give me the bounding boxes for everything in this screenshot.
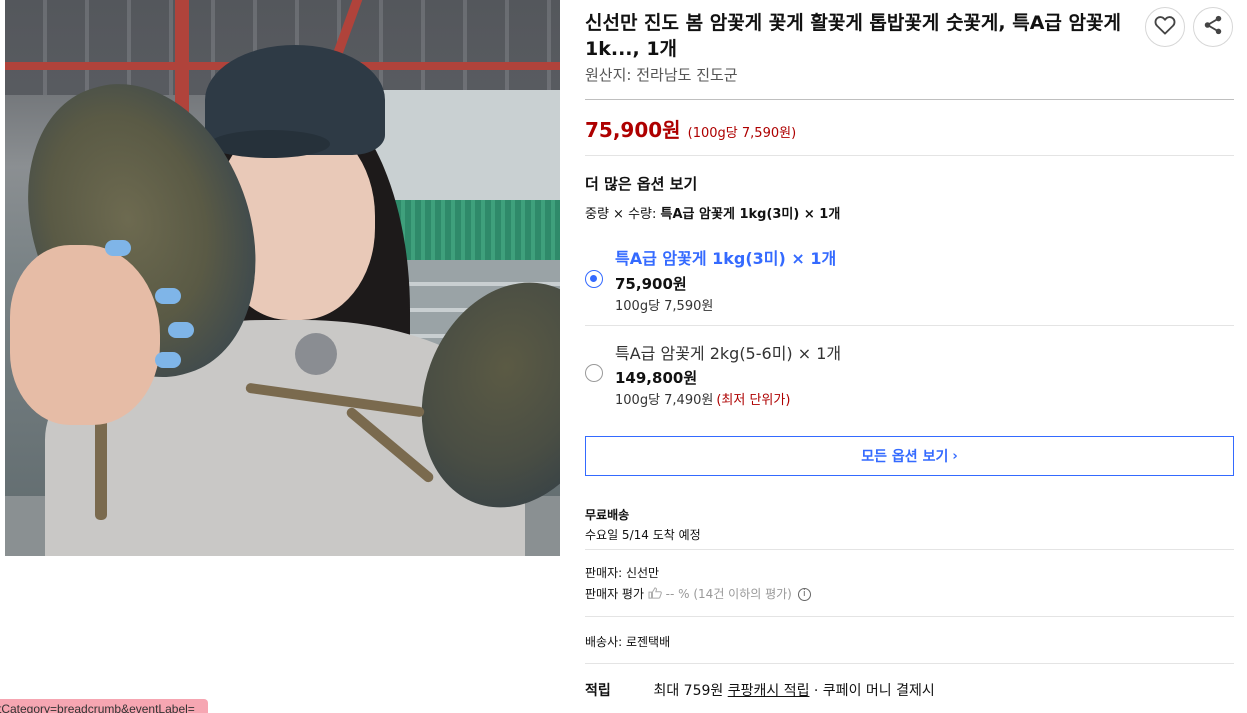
seller-rating: 판매자 평가 -- % (14건 이하의 평가) i <box>585 585 811 602</box>
product-origin: 원산지: 전라남도 진도군 <box>585 66 738 84</box>
reward-label: 적립 <box>585 683 611 699</box>
reward-amount: 최대 759원 <box>653 683 724 699</box>
product-page: tCategory=breadcrumb&eventLabel= 신선만 진도 … <box>0 0 1247 713</box>
photo-nail <box>168 322 194 338</box>
photo-nail <box>155 352 181 368</box>
share-button[interactable] <box>1193 7 1233 47</box>
seller-rating-value-wrap: -- % (14건 이하의 평가) <box>648 587 796 601</box>
courier: 배송사: 로젠택배 <box>585 635 671 649</box>
seller-rating-value: -- % (14건 이하의 평가) <box>665 587 792 601</box>
option-unit-price: 100g당 7,590원 <box>615 295 713 314</box>
sale-price: 75,900원 <box>585 118 681 142</box>
reward-condition: · 쿠페이 머니 결제시 <box>813 683 935 699</box>
option-item[interactable]: 특A급 암꽃게 2kg(5-6미) × 1개 149,800원 100g당 7,… <box>585 330 1234 422</box>
options-summary: 중량 × 수량: 특A급 암꽃게 1kg(3미) × 1개 <box>585 203 840 222</box>
heart-icon <box>1154 15 1176 39</box>
chevron-right-icon: › <box>952 448 958 464</box>
photo-nail <box>105 240 131 256</box>
option-name: 특A급 암꽃게 1kg(3미) × 1개 <box>615 249 837 268</box>
option-price: 149,800원 <box>615 369 698 387</box>
divider <box>585 549 1234 550</box>
divider <box>585 663 1234 664</box>
photo-hand <box>10 245 160 425</box>
divider <box>585 616 1234 617</box>
all-options-button[interactable]: 모든 옵션 보기 › <box>585 436 1234 476</box>
options-summary-label: 중량 × 수량: <box>585 207 657 222</box>
divider <box>585 155 1234 156</box>
wishlist-button[interactable] <box>1145 7 1185 47</box>
delivery-label: 무료배송 <box>585 508 630 522</box>
price-row: 75,900원 (100g당 7,590원) <box>585 114 796 143</box>
option-price: 75,900원 <box>615 275 687 293</box>
divider <box>585 99 1234 100</box>
product-image[interactable] <box>5 0 560 556</box>
seller-rating-label: 판매자 평가 <box>585 587 645 601</box>
info-icon[interactable]: i <box>797 588 811 601</box>
options-summary-value: 특A급 암꽃게 1kg(3미) × 1개 <box>660 207 841 222</box>
share-icon <box>1202 14 1224 40</box>
all-options-label: 모든 옵션 보기 <box>861 449 949 465</box>
seller-name: 판매자: 신선만 <box>585 566 660 580</box>
lowest-unit-price-badge: (최저 단위가) <box>716 393 791 408</box>
divider <box>585 325 1234 326</box>
coupang-cash-link[interactable]: 쿠팡캐시 적립 <box>728 683 810 699</box>
debug-tooltip: tCategory=breadcrumb&eventLabel= <box>0 699 208 713</box>
photo-cap-brim <box>210 130 330 158</box>
option-unit-value: 100g당 7,490원 <box>615 393 714 408</box>
reward-row: 적립 최대 759원 쿠팡캐시 적립 · 쿠페이 머니 결제시 <box>585 680 935 700</box>
option-name: 특A급 암꽃게 2kg(5-6미) × 1개 <box>615 344 842 363</box>
options-heading: 더 많은 옵션 보기 <box>585 175 698 193</box>
photo-microphone <box>295 333 337 375</box>
unit-price: (100g당 7,590원) <box>687 126 797 141</box>
photo-nail <box>155 288 181 304</box>
option-unit-price: 100g당 7,490원 (최저 단위가) <box>615 389 790 408</box>
product-title: 신선만 진도 봄 암꽃게 꽃게 활꽃게 톱밥꽃게 숫꽃게, 특A급 암꽃게 1k… <box>585 12 1121 60</box>
option-item[interactable]: 특A급 암꽃게 1kg(3미) × 1개 75,900원 100g당 7,590… <box>585 234 1234 326</box>
delivery-eta: 수요일 5/14 도착 예정 <box>585 528 701 542</box>
option-radio[interactable] <box>585 364 603 382</box>
option-radio-selected[interactable] <box>585 270 603 288</box>
thumbs-up-icon <box>648 587 662 602</box>
option-unit-value: 100g당 7,590원 <box>615 299 714 314</box>
